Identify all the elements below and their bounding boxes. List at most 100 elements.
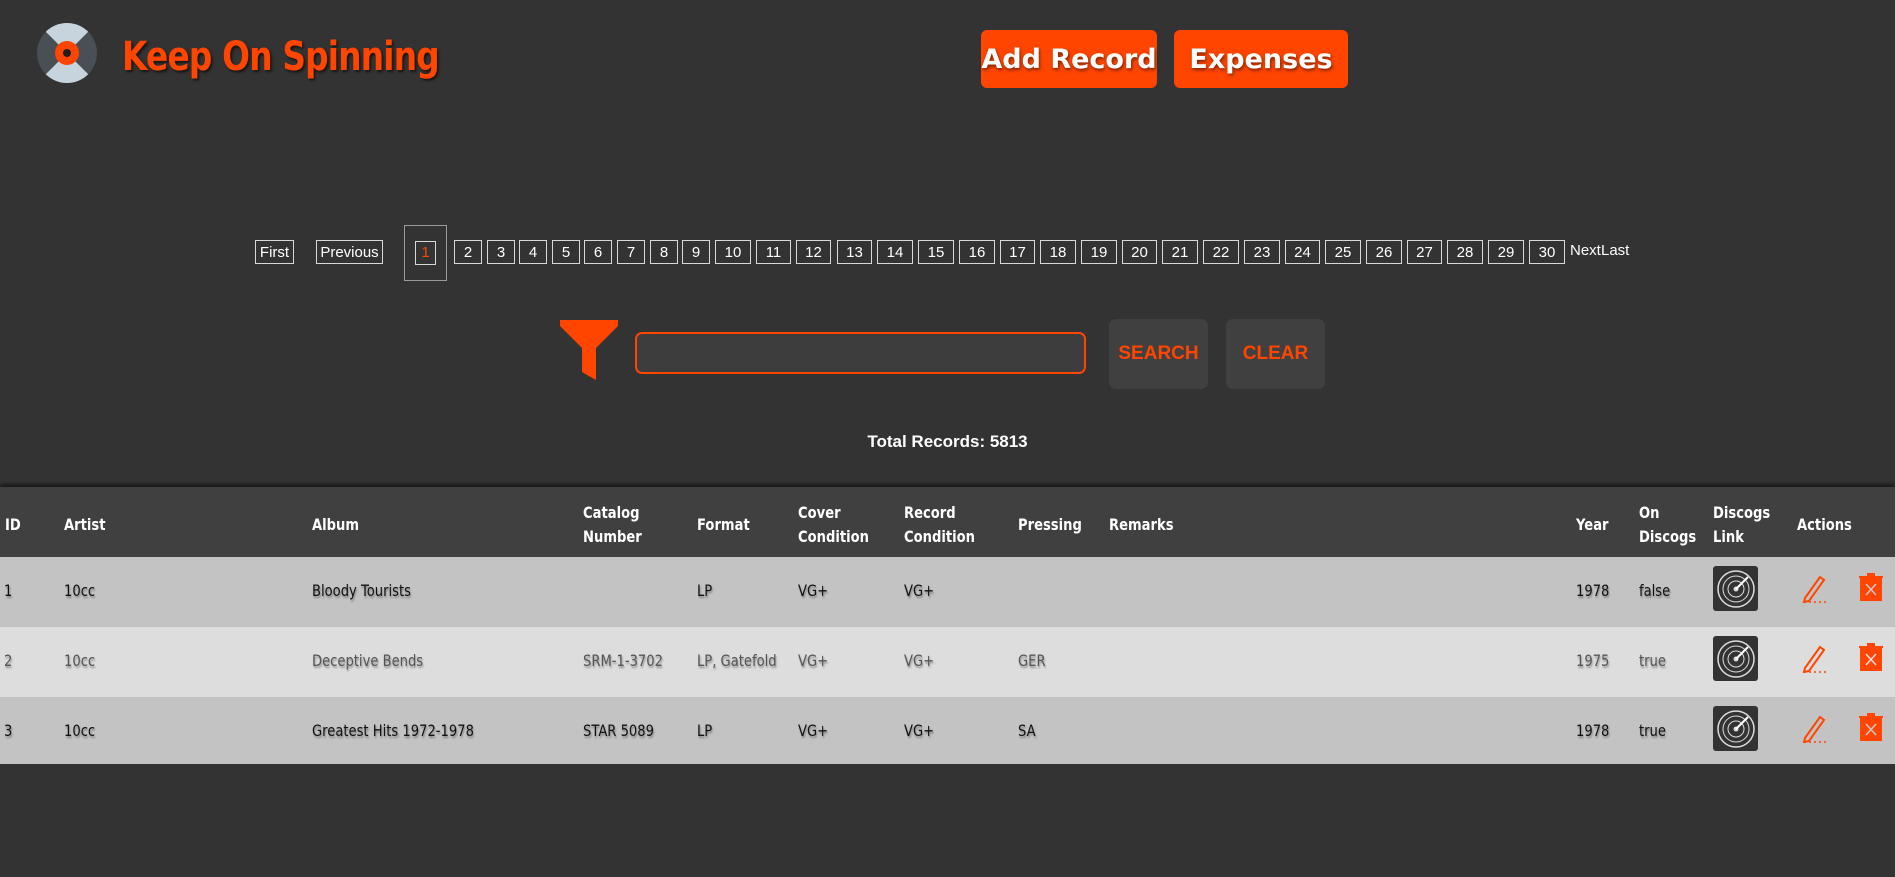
header-record-condition[interactable]: Record Condition [904,501,975,549]
app-logo [36,22,98,84]
header-pressing[interactable]: Pressing [1018,513,1082,537]
pagination-page[interactable]: 8 [650,240,678,264]
cell-format: LP [697,721,713,740]
header-year[interactable]: Year [1576,513,1609,537]
pagination-page[interactable]: 19 [1081,240,1117,264]
cell-artist: 10cc [64,581,96,600]
table-row: 2 10cc Deceptive Bends SRM-1-3702 LP, Ga… [0,627,1895,697]
pagination-last-link[interactable]: Last [1601,242,1629,259]
cell-year: 1975 [1576,651,1610,670]
cell-on-discogs: true [1639,651,1666,670]
header-remarks[interactable]: Remarks [1109,513,1174,537]
header-id[interactable]: ID [5,513,21,537]
header-label: Discogs [1713,503,1771,522]
filter-funnel-icon [560,320,618,380]
discogs-link-button[interactable] [1713,636,1758,681]
delete-trash-icon[interactable] [1859,572,1883,602]
pagination-page[interactable]: 17 [1000,240,1035,264]
pagination-page[interactable]: 21 [1162,240,1198,264]
pagination-page[interactable]: 9 [682,240,710,264]
pagination-page[interactable]: 30 [1529,240,1565,264]
edit-pencil-icon[interactable] [1800,643,1828,674]
pagination-previous-button[interactable]: Previous [316,240,383,264]
table-header-row: ID Artist Album Catalog Number Format Cov… [0,487,1895,557]
pagination-page[interactable]: 22 [1203,240,1239,264]
header-label: Condition [798,527,869,546]
pagination-page[interactable]: 12 [796,240,831,264]
clear-button[interactable]: CLEAR [1226,319,1325,389]
pagination-first-button[interactable]: First [255,240,294,264]
app-title: Keep On Spinning [122,34,440,80]
header-label: Record [904,503,956,522]
header-artist[interactable]: Artist [64,513,105,537]
pagination-page[interactable]: 27 [1407,240,1442,264]
edit-pencil-icon[interactable] [1800,713,1828,744]
header-label: Cover [798,503,841,522]
pagination-page[interactable]: 13 [837,240,872,264]
header-cover-condition[interactable]: Cover Condition [798,501,869,549]
cell-record-condition: VG+ [904,721,935,740]
discogs-link-button[interactable] [1713,566,1758,611]
cell-on-discogs: false [1639,581,1671,600]
records-table: ID Artist Album Catalog Number Format Cov… [0,487,1895,764]
pagination-page[interactable]: 11 [756,240,791,264]
header-label: Condition [904,527,975,546]
add-record-button[interactable]: Add Record [981,30,1157,88]
pagination-page[interactable]: 28 [1447,240,1483,264]
cell-id: 2 [4,651,13,670]
search-input[interactable] [635,332,1086,374]
current-page-number: 1 [415,241,436,265]
search-button[interactable]: SEARCH [1109,319,1208,389]
cell-record-condition: VG+ [904,581,935,600]
cell-year: 1978 [1576,581,1610,600]
pagination-page[interactable]: 5 [552,240,580,264]
pagination-page[interactable]: 16 [959,240,995,264]
cell-pressing: GER [1018,651,1046,670]
pagination-page[interactable]: 18 [1040,240,1076,264]
pagination-page-current[interactable]: 1 [404,225,447,281]
edit-pencil-icon[interactable] [1800,573,1828,604]
pagination-page[interactable]: 24 [1285,240,1320,264]
delete-trash-icon[interactable] [1859,642,1883,672]
cell-artist: 10cc [64,721,96,740]
pagination-page[interactable]: 10 [715,240,751,264]
header-discogs-link: Discogs Link [1713,501,1770,549]
cell-format: LP, Gatefold [697,651,777,670]
cell-cover-condition: VG+ [798,721,829,740]
pagination-page[interactable]: 4 [519,240,547,264]
header-album[interactable]: Album [312,513,359,537]
pagination-page[interactable]: 29 [1488,240,1524,264]
pagination-page[interactable]: 26 [1366,240,1402,264]
pagination-page[interactable]: 2 [454,240,482,264]
cell-record-condition: VG+ [904,651,935,670]
pagination-page[interactable]: 6 [584,240,612,264]
cell-year: 1978 [1576,721,1610,740]
header-label: On [1639,503,1660,522]
cell-format: LP [697,581,713,600]
table-row: 1 10cc Bloody Tourists LP VG+ VG+ 1978 f… [0,557,1895,627]
cell-album: Bloody Tourists [312,581,411,600]
expenses-button[interactable]: Expenses [1174,30,1348,88]
header-format[interactable]: Format [697,513,750,537]
cell-cover-condition: VG+ [798,581,829,600]
delete-trash-icon[interactable] [1859,712,1883,742]
cell-id: 3 [4,721,13,740]
pagination-next-link[interactable]: Next [1570,242,1601,259]
header-label: Catalog [583,503,640,522]
header-catalog-number[interactable]: Catalog Number [583,501,642,549]
pagination-page[interactable]: 20 [1122,240,1157,264]
header-label: Link [1713,527,1744,546]
pagination-page[interactable]: 7 [617,240,645,264]
pagination-page[interactable]: 25 [1325,240,1361,264]
vinyl-record-icon [1716,709,1755,748]
total-records: Total Records: 5813 [867,432,1028,451]
header-on-discogs[interactable]: On Discogs [1639,501,1696,549]
pagination-page[interactable]: 3 [487,240,515,264]
cell-album: Greatest Hits 1972-1978 [312,721,474,740]
vinyl-logo-icon [37,23,97,83]
pagination-page[interactable]: 15 [918,240,954,264]
pagination-page[interactable]: 14 [877,240,913,264]
cell-album: Deceptive Bends [312,651,424,670]
discogs-link-button[interactable] [1713,706,1758,751]
pagination-page[interactable]: 23 [1244,240,1280,264]
